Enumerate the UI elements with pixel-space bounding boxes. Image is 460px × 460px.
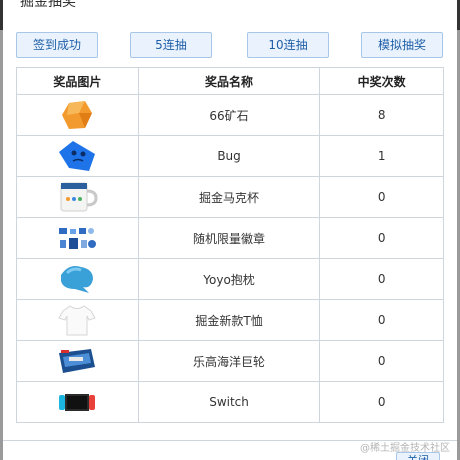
prize-table: 奖品图片 奖品名称 中奖次数 66矿石 8 Bug 1 掘金马克杯 0 随机限量… (16, 67, 444, 423)
tshirt-icon (55, 302, 99, 338)
mug-icon (55, 179, 99, 215)
prize-image-cell (16, 381, 139, 423)
win-count: 0 (319, 176, 444, 218)
table-row: 掘金新款T恤 0 (16, 299, 444, 341)
prize-name: 乐高海洋巨轮 (137, 340, 321, 382)
header-prize-name: 奖品名称 (137, 67, 321, 95)
win-count: 0 (319, 340, 444, 382)
ore-icon (55, 97, 99, 133)
table-row: 随机限量徽章 0 (16, 217, 444, 259)
prize-name: Switch (137, 381, 321, 423)
win-count: 8 (319, 94, 444, 136)
dialog-title: 掘金抽奖 (20, 0, 76, 10)
win-count: 0 (319, 217, 444, 259)
switch-console-icon (55, 384, 99, 420)
action-button-row: 签到成功 5连抽 10连抽 模拟抽奖 (16, 32, 444, 58)
table-row: 66矿石 8 (16, 94, 444, 136)
win-count: 0 (319, 258, 444, 300)
five-draw-button[interactable]: 5连抽 (130, 32, 212, 58)
prize-image-cell (16, 340, 139, 382)
lego-box-icon (55, 343, 99, 379)
prize-name: 随机限量徽章 (137, 217, 321, 259)
prize-name: 66矿石 (137, 94, 321, 136)
ten-draw-button[interactable]: 10连抽 (247, 32, 329, 58)
badge-icon (55, 220, 99, 256)
prize-name: Yoyo抱枕 (137, 258, 321, 300)
table-row: Bug 1 (16, 135, 444, 177)
page-edge-left (0, 0, 3, 460)
table-row: Switch 0 (16, 381, 444, 423)
sign-in-button[interactable]: 签到成功 (16, 32, 98, 58)
prize-name: 掘金马克杯 (137, 176, 321, 218)
win-count: 0 (319, 381, 444, 423)
bug-icon (55, 138, 99, 174)
prize-image-cell (16, 217, 139, 259)
prize-image-cell (16, 299, 139, 341)
prize-image-cell (16, 94, 139, 136)
prize-image-cell (16, 176, 139, 218)
prize-image-cell (16, 258, 139, 300)
table-row: 乐高海洋巨轮 0 (16, 340, 444, 382)
table-row: Yoyo抱枕 0 (16, 258, 444, 300)
prize-name: Bug (137, 135, 321, 177)
header-prize-image: 奖品图片 (16, 67, 139, 95)
prize-image-cell (16, 135, 139, 177)
header-win-count: 中奖次数 (319, 67, 444, 95)
table-row: 掘金马克杯 0 (16, 176, 444, 218)
win-count: 0 (319, 299, 444, 341)
win-count: 1 (319, 135, 444, 177)
pillow-icon (55, 261, 99, 297)
prize-name: 掘金新款T恤 (137, 299, 321, 341)
start-draw-button[interactable]: 模拟抽奖 (361, 32, 443, 58)
watermark: @稀土掘金技术社区 (360, 443, 450, 454)
table-header-row: 奖品图片 奖品名称 中奖次数 (16, 67, 444, 95)
